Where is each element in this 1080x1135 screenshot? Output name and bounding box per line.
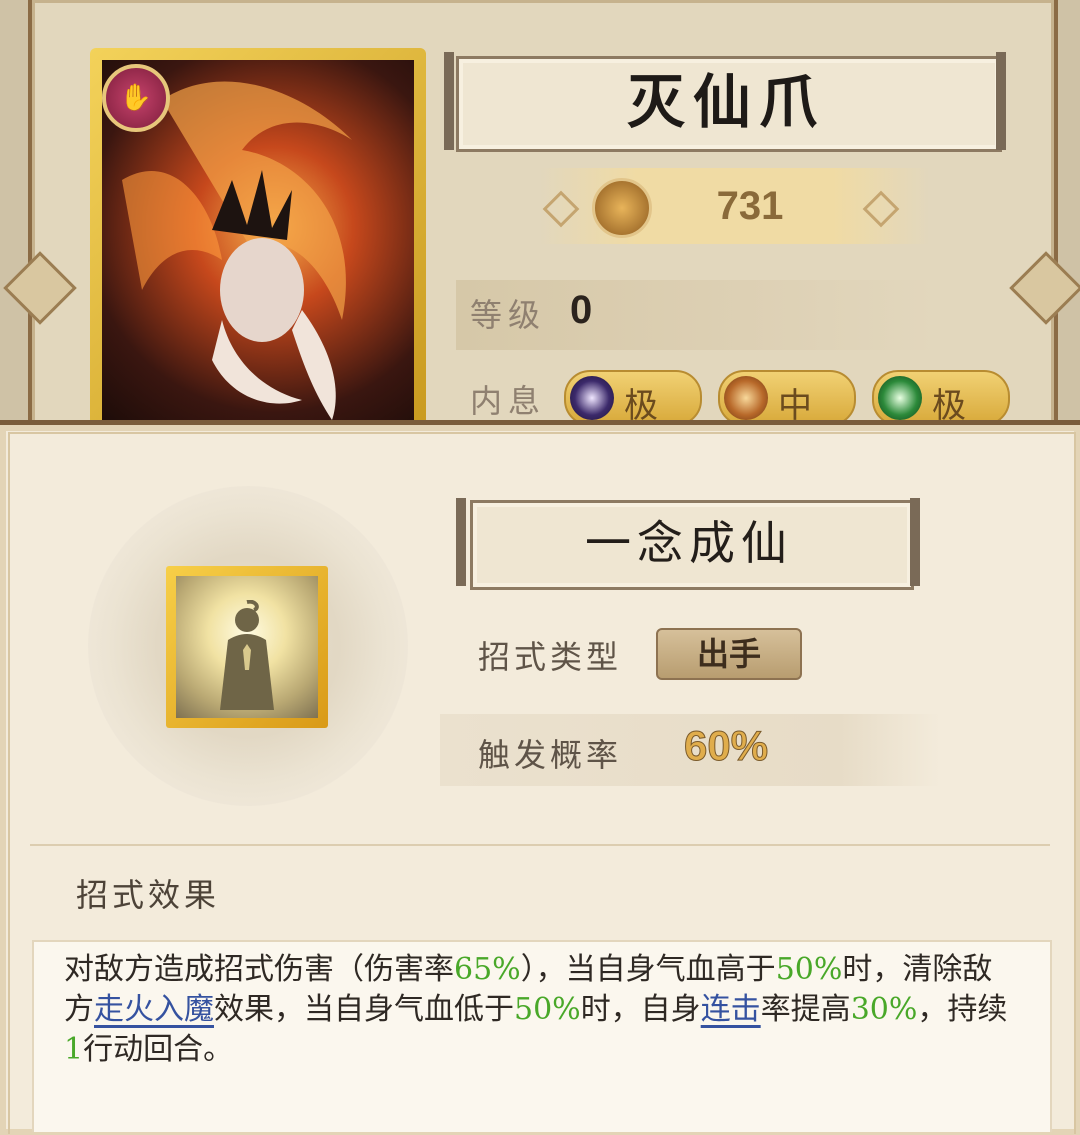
skill-bracket-left — [456, 498, 466, 586]
desc-value: 1 — [64, 1032, 84, 1067]
skill-bracket-right — [910, 498, 920, 586]
plate-bracket-right — [996, 52, 1006, 150]
desc-text: ），当自身气血高于 — [520, 952, 776, 987]
level-value: 0 — [570, 288, 593, 332]
status-link-zouhuorumo[interactable]: 走火入魔 — [94, 992, 214, 1027]
effect-description: 对敌方造成招式伤害（伤害率65%），当自身气血高于50%时，清除敌方走火入魔效果… — [64, 950, 1014, 1070]
jade-orb-icon — [878, 376, 922, 420]
neixi-pill-3[interactable]: 极 — [872, 370, 1010, 426]
sun-orb-icon — [724, 376, 768, 420]
desc-value: 65% — [454, 952, 521, 987]
level-label: 等级 — [470, 296, 547, 334]
neixi-pill-1[interactable]: 极 — [564, 370, 702, 426]
section-divider — [30, 844, 1050, 846]
desc-text: 效果，当自身气血低于 — [214, 992, 514, 1027]
skill-name: 一念成仙 — [585, 516, 793, 570]
desc-text: 对敌方造成招式伤害（伤害率 — [64, 952, 454, 987]
status-link-lianji[interactable]: 连击 — [701, 992, 761, 1027]
left-panel-edge — [0, 0, 28, 430]
moon-orb-icon — [570, 376, 614, 420]
neixi-pill-2[interactable]: 中 — [718, 370, 856, 426]
desc-text: 时，自身 — [580, 992, 701, 1027]
trigger-probability-value: 60% — [683, 722, 769, 770]
weapon-name: 灭仙爪 — [626, 68, 825, 136]
desc-value: 50% — [514, 992, 581, 1027]
desc-value: 30% — [850, 992, 918, 1027]
desc-value: 50% — [775, 952, 843, 987]
score-value: 731 — [716, 184, 784, 228]
power-emblem-icon — [592, 178, 652, 238]
desc-text: 行动回合。 — [83, 1032, 234, 1067]
meditating-figure-icon — [220, 600, 274, 710]
skill-type-badge: 出手 — [656, 628, 802, 680]
skill-type-label: 招式类型 — [478, 638, 623, 676]
plate-bracket-left — [444, 52, 454, 150]
neixi-label: 内息 — [470, 382, 547, 420]
effect-title: 招式效果 — [76, 876, 221, 914]
desc-text: 率提高 — [760, 992, 851, 1027]
weapon-type-claw-icon: ✋ — [102, 64, 170, 132]
desc-text: ，持续 — [917, 992, 1008, 1027]
trigger-probability-label: 触发概率 — [478, 736, 623, 774]
